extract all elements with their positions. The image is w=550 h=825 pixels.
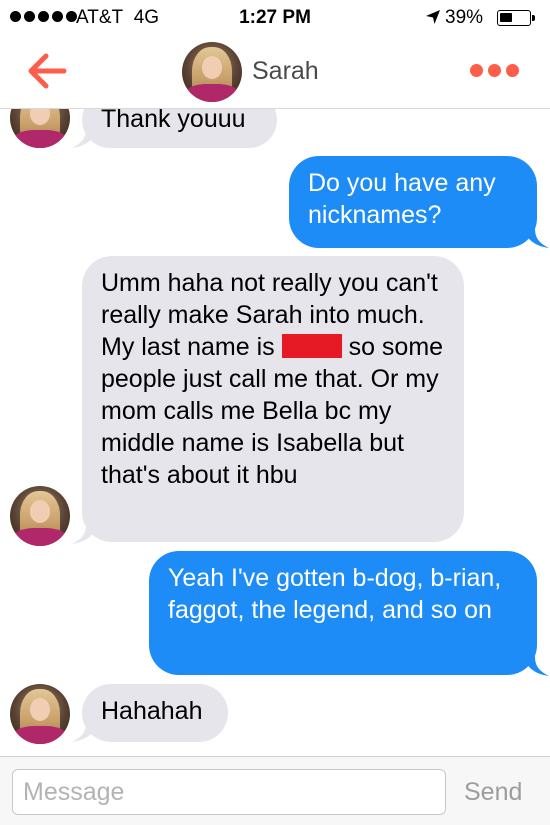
avatar bbox=[10, 486, 70, 546]
contact-name[interactable]: Sarah bbox=[252, 57, 319, 86]
contact-avatar[interactable] bbox=[182, 42, 242, 102]
message-input[interactable] bbox=[12, 769, 446, 815]
message-bubble-outgoing: Do you have any nicknames? bbox=[289, 156, 537, 248]
status-bar: AT&T 4G 1:27 PM 39% bbox=[0, 0, 550, 36]
send-button[interactable]: Send bbox=[464, 778, 522, 807]
message-bubble-incoming: Umm haha not really you can't really mak… bbox=[82, 256, 464, 542]
back-arrow-icon[interactable] bbox=[26, 51, 68, 91]
message-text: Yeah I've gotten b-dog, b-rian, faggot, … bbox=[168, 564, 502, 624]
message-text: Hahahah bbox=[101, 697, 203, 725]
location-arrow-icon bbox=[426, 10, 440, 24]
redaction-box bbox=[281, 334, 342, 358]
message-composer: Send bbox=[0, 756, 550, 825]
avatar bbox=[10, 684, 70, 744]
conversation-header: Sarah bbox=[0, 36, 550, 109]
message-bubble-outgoing: Yeah I've gotten b-dog, b-rian, faggot, … bbox=[149, 551, 537, 675]
more-dots-icon[interactable] bbox=[470, 64, 519, 77]
message-text: Thank youuu bbox=[101, 105, 246, 133]
message-bubble-incoming: Hahahah bbox=[82, 684, 228, 742]
battery-icon bbox=[497, 10, 535, 26]
message-text: Do you have any nicknames? bbox=[308, 169, 496, 229]
battery-percentage: 39% bbox=[445, 7, 484, 28]
